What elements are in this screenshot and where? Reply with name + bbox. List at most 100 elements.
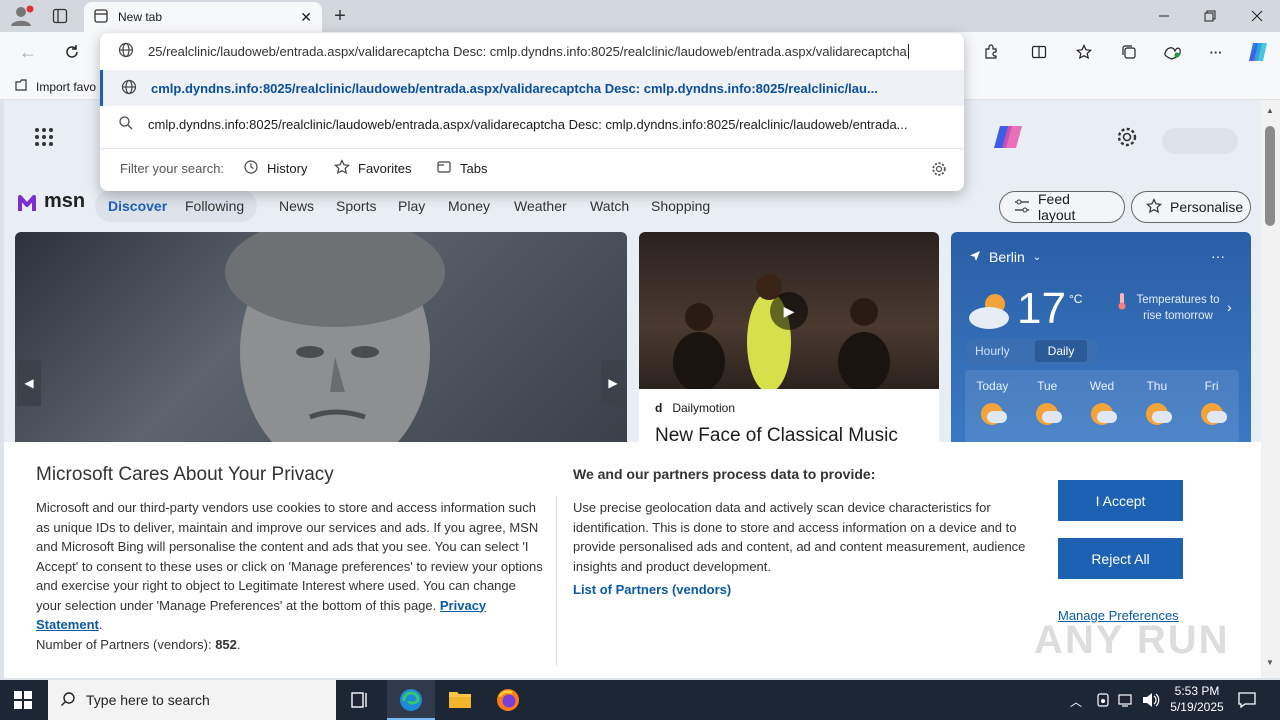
scrollbar-thumb[interactable] bbox=[1265, 126, 1275, 226]
add-tab-icon[interactable]: + bbox=[326, 2, 354, 30]
close-window-icon[interactable] bbox=[1243, 2, 1271, 30]
restore-icon[interactable] bbox=[1196, 2, 1224, 30]
weather-location[interactable]: Berlin ⌄ bbox=[969, 249, 1041, 265]
import-favorites-item[interactable]: Import favo bbox=[14, 78, 96, 95]
tab-actions-icon[interactable] bbox=[46, 2, 74, 30]
search-settings-gear-icon[interactable] bbox=[931, 161, 947, 180]
suggestion-url-text: cmlp.dyndns.info:8025/realclinic/laudowe… bbox=[151, 80, 878, 96]
nav-shopping[interactable]: Shopping bbox=[651, 198, 710, 214]
history-icon bbox=[243, 159, 259, 178]
taskbar-search-box[interactable]: Type here to search bbox=[48, 680, 336, 720]
personalise-button[interactable]: Personalise bbox=[1131, 191, 1251, 223]
feed-layout-button[interactable]: Feed layout bbox=[999, 191, 1125, 223]
hero-carousel[interactable]: ◀ ▶ bbox=[15, 232, 627, 447]
suggestion-search[interactable]: cmlp.dyndns.info:8025/realclinic/laudowe… bbox=[100, 106, 964, 142]
collections-icon[interactable] bbox=[1115, 38, 1143, 66]
forecast-day[interactable]: Thu bbox=[1129, 379, 1184, 447]
copilot-icon[interactable] bbox=[1244, 38, 1272, 66]
hero-image bbox=[225, 232, 445, 447]
dailymotion-logo-icon: d bbox=[655, 401, 663, 415]
favorites-star-icon[interactable] bbox=[1070, 38, 1098, 66]
file-explorer-icon[interactable] bbox=[448, 688, 472, 713]
nav-watch[interactable]: Watch bbox=[590, 198, 629, 214]
list-of-partners-link[interactable]: List of Partners (vendors) bbox=[573, 582, 731, 597]
forecast-day[interactable]: Wed bbox=[1075, 379, 1130, 447]
import-icon bbox=[14, 78, 28, 95]
windows-start-icon[interactable] bbox=[14, 691, 32, 712]
tab-daily[interactable]: Daily bbox=[1035, 340, 1087, 362]
forecast-day[interactable]: Fri bbox=[1184, 379, 1239, 447]
firefox-icon[interactable] bbox=[496, 688, 520, 715]
nav-play[interactable]: Play bbox=[398, 198, 425, 214]
profile-avatar-icon[interactable] bbox=[8, 4, 34, 31]
network-icon[interactable] bbox=[1118, 692, 1136, 711]
watermark: ANY RUN bbox=[1034, 618, 1230, 662]
carousel-next-icon[interactable]: ▶ bbox=[601, 360, 625, 406]
privacy-body: Microsoft and our third-party vendors us… bbox=[36, 500, 543, 652]
taskbar-edge[interactable] bbox=[387, 680, 435, 720]
card-source: d Dailymotion bbox=[655, 401, 735, 415]
weather-card[interactable]: Berlin ⌄ ··· 17 °C Temperatures to rise … bbox=[951, 232, 1251, 447]
volume-icon[interactable] bbox=[1142, 692, 1160, 711]
more-options-icon[interactable]: ··· bbox=[1202, 38, 1230, 66]
tab-hourly[interactable]: Hourly bbox=[975, 344, 1010, 358]
reject-all-button[interactable]: Reject All bbox=[1058, 538, 1183, 579]
browser-essentials-icon[interactable] bbox=[1158, 38, 1186, 66]
refresh-icon[interactable] bbox=[58, 38, 86, 66]
filter-history[interactable]: History bbox=[243, 159, 307, 178]
split-screen-icon[interactable] bbox=[1025, 38, 1053, 66]
notifications-icon[interactable] bbox=[1238, 691, 1256, 712]
scroll-up-icon[interactable]: ▲ bbox=[1266, 106, 1274, 115]
tabs-icon bbox=[436, 159, 452, 178]
search-icon bbox=[60, 691, 76, 710]
personalise-label: Personalise bbox=[1170, 199, 1244, 215]
partly-sunny-icon bbox=[981, 403, 1008, 425]
nav-following[interactable]: Following bbox=[185, 198, 244, 214]
weather-more-icon[interactable]: ··· bbox=[1211, 248, 1225, 264]
address-input-row[interactable]: 25/realclinic/laudoweb/entrada.aspx/vali… bbox=[100, 33, 964, 69]
weather-unit: °C bbox=[1069, 292, 1083, 306]
signin-button[interactable]: Sign in bbox=[1162, 128, 1238, 154]
divider bbox=[556, 496, 557, 666]
close-tab-icon[interactable]: ✕ bbox=[300, 9, 312, 26]
tray-chevron-up-icon[interactable]: ︿ bbox=[1070, 693, 1082, 710]
weather-city: Berlin bbox=[989, 249, 1025, 265]
minimize-icon[interactable] bbox=[1150, 2, 1178, 30]
weather-next-icon[interactable]: › bbox=[1227, 299, 1232, 315]
forecast-day[interactable]: Tue bbox=[1020, 379, 1075, 447]
forecast-day-label: Wed bbox=[1089, 379, 1115, 393]
filter-tabs[interactable]: Tabs bbox=[436, 159, 487, 178]
address-input[interactable]: 25/realclinic/laudoweb/entrada.aspx/vali… bbox=[148, 43, 909, 59]
task-view-icon[interactable] bbox=[350, 690, 370, 713]
nav-money[interactable]: Money bbox=[448, 198, 490, 214]
nav-news[interactable]: News bbox=[279, 198, 314, 214]
nav-sports[interactable]: Sports bbox=[336, 198, 376, 214]
filter-label: Filter your search: bbox=[120, 161, 225, 176]
partly-sunny-icon bbox=[1200, 403, 1227, 425]
extensions-icon[interactable] bbox=[977, 38, 1005, 66]
nav-discover[interactable]: Discover bbox=[108, 198, 167, 214]
copilot-page-icon[interactable] bbox=[992, 122, 1026, 155]
nav-weather[interactable]: Weather bbox=[514, 198, 567, 214]
apps-grid-icon[interactable] bbox=[34, 127, 54, 150]
back-icon[interactable]: ← bbox=[14, 38, 42, 66]
msn-logo[interactable]: msn bbox=[16, 190, 85, 213]
taskbar: Type here to search ︿ 5:53 PM 5/19/2025 bbox=[0, 680, 1280, 720]
tab-new-tab[interactable]: New tab ✕ bbox=[84, 2, 322, 32]
feed-layout-label: Feed layout bbox=[1038, 191, 1076, 223]
location-arrow-icon bbox=[969, 249, 981, 265]
clock[interactable]: 5:53 PM 5/19/2025 bbox=[1162, 683, 1232, 715]
filter-favorites[interactable]: Favorites bbox=[334, 159, 411, 178]
tray-device-icon[interactable] bbox=[1095, 692, 1111, 711]
divider bbox=[100, 148, 964, 149]
play-video-icon[interactable]: ▶ bbox=[770, 292, 808, 330]
suggestion-url[interactable]: cmlp.dyndns.info:8025/realclinic/laudowe… bbox=[100, 70, 964, 106]
scroll-down-icon[interactable]: ▼ bbox=[1266, 658, 1274, 667]
accept-button[interactable]: I Accept bbox=[1058, 480, 1183, 521]
news-card[interactable]: ▶ d Dailymotion New Face of Classical Mu… bbox=[639, 232, 939, 447]
partly-sunny-icon bbox=[1036, 403, 1063, 425]
carousel-prev-icon[interactable]: ◀ bbox=[17, 360, 41, 406]
page-scrollbar[interactable]: ▲ ▼ bbox=[1261, 100, 1280, 678]
settings-gear-icon[interactable] bbox=[1116, 126, 1138, 151]
forecast-day[interactable]: Today bbox=[965, 379, 1020, 447]
